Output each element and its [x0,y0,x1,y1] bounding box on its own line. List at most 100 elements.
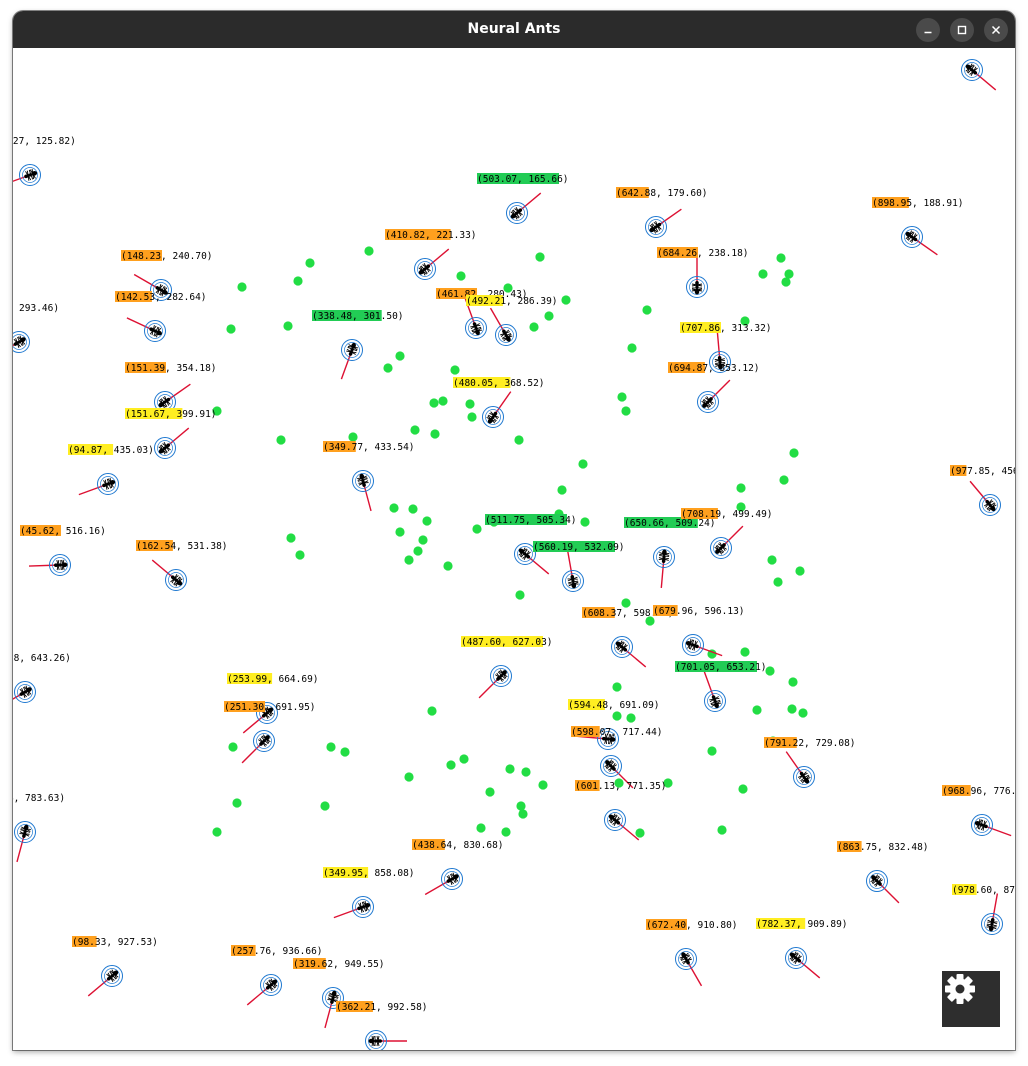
ant[interactable]: (978.60, 875.99) [952,884,1015,935]
ant-icon [357,900,371,913]
food-pellet [788,677,798,687]
food-pellet [635,828,645,838]
ant-icon [658,549,670,563]
food-pellet [515,590,525,600]
ant[interactable]: (642.88, 179.60) [616,187,708,238]
ant[interactable]: (94.87, 435.03) [68,444,154,496]
ant[interactable]: (672.40, 910.80) [646,919,738,987]
ant[interactable]: (162.54, 531.38) [136,540,228,591]
ant[interactable]: (9.44, 783.63) [13,792,65,863]
ant[interactable]: (362.21, 992.58) [336,1001,428,1050]
ant[interactable]: (650.66, 509.24) [624,517,716,588]
food-pellet [621,598,631,608]
ant[interactable]: (487.60, 627.03) [461,636,553,699]
food-pellet [404,772,414,782]
ant-coordinate-label: (319.62, 949.55) [293,959,385,970]
food-pellet [467,412,477,422]
food-pellet [430,429,440,439]
ant[interactable]: (977.85, 456.02) [950,465,1015,516]
food-pellet [446,760,456,770]
ant-coordinate-label: (672.40, 910.80) [646,920,738,931]
ant-icon [54,559,68,571]
ant-coordinate-label: (707.86, 313.32) [680,323,772,334]
ant-icon [13,335,26,348]
food-pellet [627,343,637,353]
ant-icon [24,168,38,181]
ant[interactable]: (10.08, 643.26) [13,652,71,708]
food-pellet [765,666,775,676]
ant[interactable]: (601.13, 771.35) [575,780,667,841]
food-pellet [456,271,466,281]
close-button[interactable] [984,18,1008,42]
ant[interactable]: (503.07, 165.66) [477,173,569,224]
ant-coordinate-label: (487.60, 627.03) [461,637,553,648]
ant-coordinate-label: (898.95, 188.91) [872,198,964,209]
ant[interactable]: (968.96, 776.17) [942,785,1015,837]
ant[interactable]: (791.22, 729.08) [764,737,856,788]
ant[interactable]: (349.95, 858.08) [323,867,415,919]
ant[interactable]: (560.19, 532.09) [533,541,625,592]
food-pellet [320,801,330,811]
ant[interactable]: (708.19, 499.49) [681,508,773,559]
food-pellet [717,825,727,835]
maximize-icon [957,25,967,35]
food-pellet [529,322,539,332]
ant[interactable]: (863.75, 832.48) [837,841,929,904]
ant[interactable]: (594.48, 691.09) [568,699,660,750]
food-pellet [472,524,482,534]
ant[interactable]: (45.62, 516.16) [20,525,106,576]
food-pellet [521,767,531,777]
food-pellet [465,399,475,409]
food-pellet [418,535,428,545]
ant-icon [102,477,116,490]
maximize-button[interactable] [950,18,974,42]
ant[interactable]: (679.96, 596.13) [653,605,745,657]
food-pellet [626,713,636,723]
ant[interactable]: (684.26, 238.18) [657,247,749,298]
ant-coordinate-label: (349.95, 858.08) [323,868,415,879]
ant[interactable]: (438.64, 830.68) [412,839,504,896]
ant[interactable]: (782.37, 909.89) [756,918,848,979]
ant[interactable]: (251.30, 691.95) [224,701,316,764]
settings-button[interactable] [942,971,1000,1027]
food-pellet [326,742,336,752]
ant[interactable]: (4.93, 293.46) [13,302,59,358]
food-pellet [340,747,350,757]
minimize-button[interactable] [916,18,940,42]
simulation-canvas[interactable]: (958.93, 20.95) (39.27, 125.82) (503.07, 1… [13,48,1015,1050]
ant-coordinate-label: (142.53, 282.64) [115,292,207,303]
ant[interactable]: (701.05, 653.21) [675,661,767,712]
ant[interactable]: (958.93, 20.95) [932,48,1015,91]
app-window: Neural Ants (958.93, 20.95) (39.27, 125.8… [13,11,1015,1050]
ant-coordinate-label: (253.99, 664.69) [227,674,319,685]
ant[interactable]: (319.62, 949.55) [293,958,385,1029]
food-pellet [518,809,528,819]
window-title: Neural Ants [467,21,561,37]
ant-coordinate-label: (601.13, 771.35) [575,781,667,792]
ant-coordinate-label: (684.26, 238.18) [657,248,749,259]
ant[interactable]: (598.07, 717.44) [571,726,663,789]
food-pellet [237,282,247,292]
ant-coordinate-label: (151.67, 399.91) [125,409,217,420]
ant[interactable]: (151.39, 354.18) [125,362,217,413]
ant-coordinate-label: (10.08, 643.26) [13,653,71,664]
ant[interactable]: (349.77, 433.54) [323,441,415,512]
ant[interactable]: (98.33, 927.53) [72,936,158,997]
ant-coordinate-label: (694.87, 353.12) [668,363,760,374]
food-pellet [617,392,627,402]
food-pellet [305,258,315,268]
ant-coordinate-label: (9.44, 783.63) [13,793,65,804]
ant[interactable]: (257.76, 936.66) [231,945,323,1006]
ant-coordinate-label: (977.85, 456.02) [950,466,1015,477]
food-pellet [514,435,524,445]
food-pellet [232,798,242,808]
ant-coordinate-label: (480.05, 368.52) [453,378,545,389]
ant[interactable]: (39.27, 125.82) [13,135,76,186]
ant-coordinate-label: (349.77, 433.54) [323,442,415,453]
ant[interactable]: (694.87, 353.12) [668,362,760,413]
ant[interactable]: (898.95, 188.91) [872,197,964,256]
ant[interactable]: (142.53, 282.64) [115,291,207,342]
ant-icon [470,322,483,336]
title-bar[interactable]: Neural Ants [13,11,1015,48]
ant-coordinate-label: (594.48, 691.09) [568,700,660,711]
